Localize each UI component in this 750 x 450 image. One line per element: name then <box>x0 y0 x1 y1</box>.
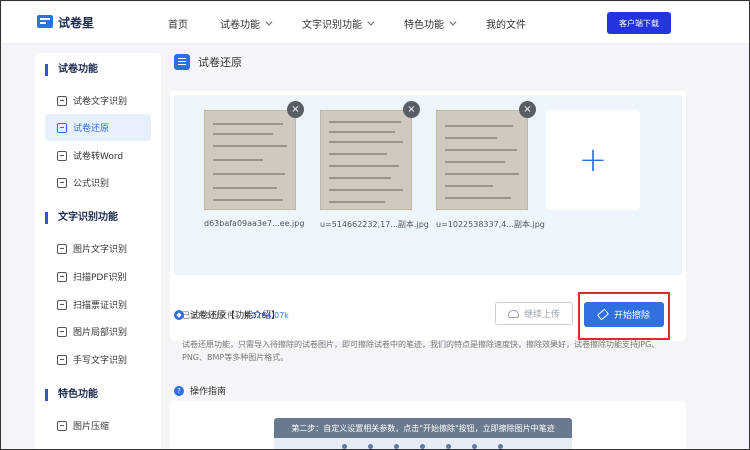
logo-text: 试卷星 <box>58 15 95 30</box>
plus-icon: + <box>578 140 608 180</box>
guide-header: ? 操作指南 <box>174 384 226 397</box>
guide-preview-toolbar <box>274 438 572 449</box>
sidebar-item-formula-ocr[interactable]: 公式识别 <box>45 169 151 196</box>
intro-title: 试卷还原【功能介绍】 <box>190 311 281 321</box>
eraser-icon <box>596 308 610 321</box>
sidebar-section-special: 特色功能 <box>45 389 98 401</box>
exam-thumbnail <box>320 110 412 210</box>
sidebar-item-exam-to-word[interactable]: 试卷转Word <box>45 142 151 169</box>
sidebar-item-label: 试卷转Word <box>73 152 124 162</box>
crop-icon <box>57 326 67 337</box>
continue-upload-label: 继续上传 <box>523 310 560 320</box>
file-name: u=514662232,17...副本.jpg <box>320 220 429 229</box>
nav-my-files-label: 我的文件 <box>486 19 526 31</box>
main-nav: 首页 试卷功能 文字识别功能 特色功能 我的文件 <box>168 2 558 44</box>
file-card: × d63bafa09aa3e7...ee.jpg <box>204 101 305 228</box>
sidebar-item-image-compress[interactable]: 图片压缩 <box>45 412 151 439</box>
file-card: × u=1022538337,4...副本.jpg <box>436 101 545 230</box>
chevron-down-icon <box>449 18 457 26</box>
intro-description: 试卷还原功能，只需导入待擦除的试卷图片，即可擦除试卷中的笔迹，我们的特点是擦除速… <box>182 340 660 362</box>
start-erase-label: 开始擦除 <box>613 311 650 321</box>
sidebar: 试卷功能 试卷文字识别 试卷还原 试卷转Word 公式识别 文字识别功能 图片文… <box>35 53 161 449</box>
sidebar-item-label: 图片压缩 <box>73 422 110 432</box>
file-name: u=1022538337,4...副本.jpg <box>436 220 545 229</box>
nav-exam-features[interactable]: 试卷功能 <box>220 16 273 31</box>
page-header: 试卷还原 <box>174 54 242 70</box>
guide-title: 操作指南 <box>190 387 227 397</box>
app-frame: 试卷星 首页 试卷功能 文字识别功能 特色功能 我的文件 客户端下载 试卷功能 … <box>0 0 750 450</box>
chevron-down-icon <box>265 18 273 26</box>
sidebar-item-exam-ocr[interactable]: 试卷文字识别 <box>45 87 151 114</box>
sidebar-item-exam-restore[interactable]: 试卷还原 <box>45 114 151 141</box>
document-icon <box>57 122 67 133</box>
sidebar-item-label: 扫描票证识别 <box>73 301 128 311</box>
remove-file-button[interactable]: × <box>519 101 536 118</box>
nav-ocr-features-label: 文字识别功能 <box>302 19 362 31</box>
remove-file-button[interactable]: × <box>287 101 304 118</box>
step-banner: 第二步：自定义设置相关参数，点击"开始擦除"按钮，立即擦除图片中笔迹 <box>274 418 572 438</box>
sidebar-item-label: 图片文字识别 <box>73 245 128 255</box>
sidebar-item-pdf-ocr[interactable]: 扫描PDF识别 <box>45 263 151 290</box>
formula-icon <box>57 177 67 188</box>
scan-icon <box>57 271 67 282</box>
continue-upload-button[interactable]: 继续上传 <box>495 302 573 325</box>
nav-exam-features-label: 试卷功能 <box>220 19 260 31</box>
nav-special-features-label: 特色功能 <box>404 19 444 31</box>
exam-thumbnail <box>204 110 296 210</box>
sidebar-item-ticket-ocr[interactable]: 扫描票证识别 <box>45 291 151 318</box>
remove-file-button[interactable]: × <box>403 101 420 118</box>
nav-home-label: 首页 <box>168 19 188 31</box>
client-download-button[interactable]: 客户端下载 <box>607 12 671 34</box>
upload-area: × d63bafa09aa3e7...ee.jpg × u=514662232,… <box>174 95 682 275</box>
logo[interactable]: 试卷星 <box>36 13 94 31</box>
sidebar-item-image-ocr[interactable]: 图片文字识别 <box>45 235 151 262</box>
intro-header: ◆ 试卷还原【功能介绍】 <box>174 308 280 321</box>
chevron-down-icon <box>367 18 375 26</box>
start-erase-button[interactable]: 开始擦除 <box>584 302 664 327</box>
sidebar-item-partial-ocr[interactable]: 图片局部识别 <box>45 318 151 345</box>
exam-thumbnail <box>436 110 528 210</box>
sidebar-item-label: 扫描PDF识别 <box>73 273 127 283</box>
sidebar-section-ocr: 文字识别功能 <box>45 212 118 224</box>
sidebar-item-label: 试卷还原 <box>73 124 110 134</box>
exam-restore-icon <box>174 54 190 70</box>
add-file-button[interactable]: + <box>546 110 640 210</box>
logo-icon <box>37 15 53 28</box>
nav-home[interactable]: 首页 <box>168 16 188 31</box>
sidebar-item-label: 试卷文字识别 <box>73 97 128 107</box>
page-title: 试卷还原 <box>198 56 242 69</box>
question-icon: ? <box>174 385 184 396</box>
sidebar-item-label: 手写文字识别 <box>73 356 128 366</box>
nav-special-features[interactable]: 特色功能 <box>404 16 457 31</box>
file-card: × u=514662232,17...副本.jpg <box>320 101 429 230</box>
sidebar-item-label: 图片局部识别 <box>73 328 128 338</box>
image-icon <box>57 243 67 254</box>
top-header: 试卷星 首页 试卷功能 文字识别功能 特色功能 我的文件 客户端下载 <box>2 2 749 44</box>
cloud-upload-icon <box>507 309 519 318</box>
nav-ocr-features[interactable]: 文字识别功能 <box>302 16 375 31</box>
compress-icon <box>57 420 67 431</box>
sidebar-item-label: 公式识别 <box>73 179 110 189</box>
nav-my-files[interactable]: 我的文件 <box>486 16 526 31</box>
ticket-icon <box>57 299 67 310</box>
main-content: 试卷还原 × d63bafa09aa3e7...ee.jpg × u=51466… <box>166 46 686 449</box>
sidebar-item-handwriting-ocr[interactable]: 手写文字识别 <box>45 346 151 373</box>
word-icon <box>57 150 67 161</box>
sidebar-section-exam: 试卷功能 <box>45 64 98 76</box>
guide-panel: 第二步：自定义设置相关参数，点击"开始擦除"按钮，立即擦除图片中笔迹 <box>170 401 686 449</box>
feature-icon: ◆ <box>174 309 184 320</box>
file-name: d63bafa09aa3e7...ee.jpg <box>204 219 305 228</box>
upload-panel: × d63bafa09aa3e7...ee.jpg × u=514662232,… <box>170 91 686 341</box>
document-icon <box>57 95 67 106</box>
pen-icon <box>57 354 67 365</box>
